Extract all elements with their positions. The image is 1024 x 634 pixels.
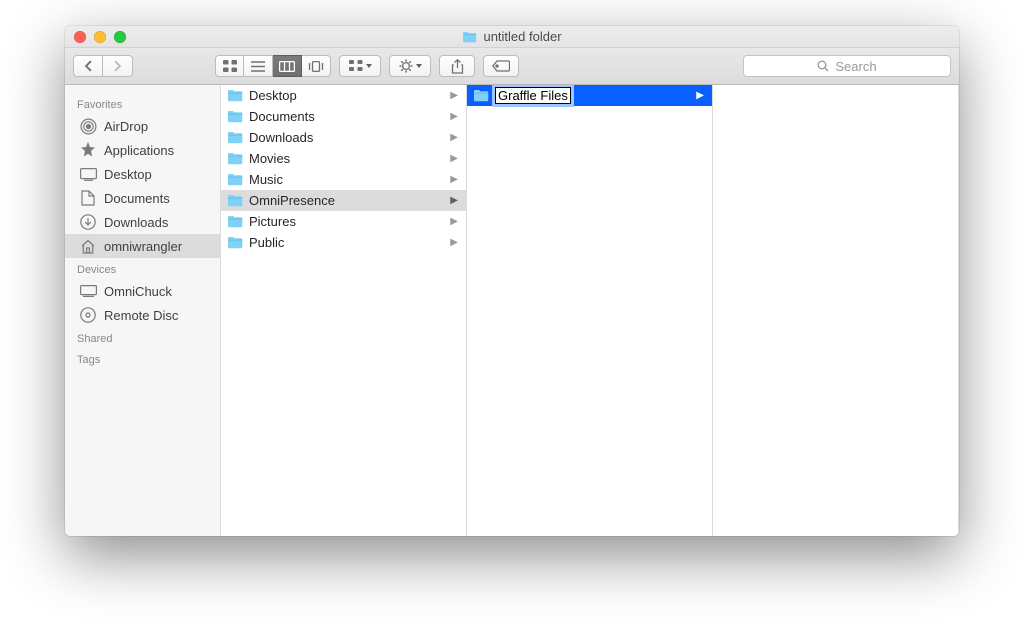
view-group (215, 55, 331, 77)
sidebar-item-documents[interactable]: Documents (65, 186, 220, 210)
rename-input[interactable]: Graffle Files (495, 87, 571, 104)
list-item[interactable]: Movies ▶ (221, 148, 466, 169)
share-button[interactable] (439, 55, 475, 77)
action-button[interactable] (389, 55, 431, 77)
sidebar-item-label: Remote Disc (104, 308, 178, 323)
applications-icon (79, 141, 97, 159)
list-item-label: Pictures (249, 214, 296, 229)
chevron-down-icon (416, 64, 422, 68)
folder-icon (227, 236, 243, 249)
folder-icon (227, 110, 243, 123)
sidebar-item-computer[interactable]: OmniChuck (65, 279, 220, 303)
window-body: Favorites AirDrop Applications (65, 85, 959, 536)
folder-icon (227, 89, 243, 102)
list-item-label: Movies (249, 151, 290, 166)
nav-group (73, 55, 133, 77)
folder-icon (462, 31, 477, 43)
sidebar-item-remote-disc[interactable]: Remote Disc (65, 303, 220, 327)
list-item[interactable]: OmniPresence ▶ (221, 190, 466, 211)
sidebar-item-label: Desktop (104, 167, 152, 182)
list-item[interactable]: Pictures ▶ (221, 211, 466, 232)
tags-button[interactable] (483, 55, 519, 77)
sidebar-section-header: Devices (65, 258, 220, 279)
chevron-right-icon: ▶ (450, 237, 462, 248)
list-item[interactable]: Documents ▶ (221, 106, 466, 127)
chevron-right-icon: ▶ (450, 132, 462, 143)
chevron-right-icon: ▶ (450, 111, 462, 122)
chevron-right-icon: ▶ (450, 90, 462, 101)
computer-icon (79, 282, 97, 300)
home-icon (79, 237, 97, 255)
sidebar-section-header: Tags (65, 348, 220, 369)
traffic-lights (65, 31, 126, 43)
sidebar-item-downloads[interactable]: Downloads (65, 210, 220, 234)
folder-icon (227, 194, 243, 207)
folder-icon (227, 131, 243, 144)
search-icon (817, 60, 829, 72)
chevron-right-icon: ▶ (696, 90, 708, 101)
sidebar: Favorites AirDrop Applications (65, 85, 221, 536)
list-item-label: OmniPresence (249, 193, 335, 208)
folder-icon (227, 215, 243, 228)
sidebar-item-label: Applications (104, 143, 174, 158)
titlebar: untitled folder (65, 26, 959, 48)
view-list-button[interactable] (244, 55, 273, 77)
sidebar-item-home[interactable]: omniwrangler (65, 234, 220, 258)
back-button[interactable] (73, 55, 103, 77)
column-browser: Desktop ▶ Documents ▶ Downloads ▶ Movies… (221, 85, 959, 536)
finder-window: untitled folder (65, 26, 959, 536)
list-item[interactable]: Music ▶ (221, 169, 466, 190)
chevron-right-icon: ▶ (450, 153, 462, 164)
list-item[interactable]: Downloads ▶ (221, 127, 466, 148)
folder-icon (227, 173, 243, 186)
sidebar-item-label: AirDrop (104, 119, 148, 134)
downloads-icon (79, 213, 97, 231)
sidebar-item-label: Documents (104, 191, 170, 206)
sidebar-item-label: OmniChuck (104, 284, 172, 299)
view-icons-button[interactable] (215, 55, 244, 77)
column-3[interactable] (713, 85, 959, 536)
column-2[interactable]: Graffle Files ▶ (467, 85, 713, 536)
chevron-right-icon: ▶ (450, 195, 462, 206)
search-field[interactable]: Search (743, 55, 951, 77)
chevron-right-icon: ▶ (450, 174, 462, 185)
list-item-label: Public (249, 235, 284, 250)
close-button[interactable] (74, 31, 86, 43)
list-item-label: Music (249, 172, 283, 187)
forward-button[interactable] (103, 55, 133, 77)
toolbar: Search (65, 48, 959, 85)
list-item[interactable]: Public ▶ (221, 232, 466, 253)
list-item-label: Downloads (249, 130, 313, 145)
list-item[interactable]: Desktop ▶ (221, 85, 466, 106)
folder-icon (473, 89, 489, 102)
sidebar-item-applications[interactable]: Applications (65, 138, 220, 162)
airdrop-icon (79, 117, 97, 135)
folder-icon (227, 152, 243, 165)
sidebar-section-header: Favorites (65, 93, 220, 114)
column-1[interactable]: Desktop ▶ Documents ▶ Downloads ▶ Movies… (221, 85, 467, 536)
minimize-button[interactable] (94, 31, 106, 43)
list-item-label: Documents (249, 109, 315, 124)
arrange-button[interactable] (339, 55, 381, 77)
sidebar-item-label: Downloads (104, 215, 168, 230)
disc-icon (79, 306, 97, 324)
view-columns-button[interactable] (273, 55, 302, 77)
view-gallery-button[interactable] (302, 55, 331, 77)
zoom-button[interactable] (114, 31, 126, 43)
sidebar-item-desktop[interactable]: Desktop (65, 162, 220, 186)
list-item[interactable]: Graffle Files ▶ (467, 85, 712, 106)
sidebar-item-airdrop[interactable]: AirDrop (65, 114, 220, 138)
chevron-down-icon (366, 64, 372, 68)
documents-icon (79, 189, 97, 207)
sidebar-section-header: Shared (65, 327, 220, 348)
desktop-icon (79, 165, 97, 183)
search-placeholder: Search (835, 59, 876, 74)
list-item-label: Desktop (249, 88, 297, 103)
chevron-right-icon: ▶ (450, 216, 462, 227)
sidebar-item-label: omniwrangler (104, 239, 182, 254)
window-title: untitled folder (483, 29, 561, 44)
